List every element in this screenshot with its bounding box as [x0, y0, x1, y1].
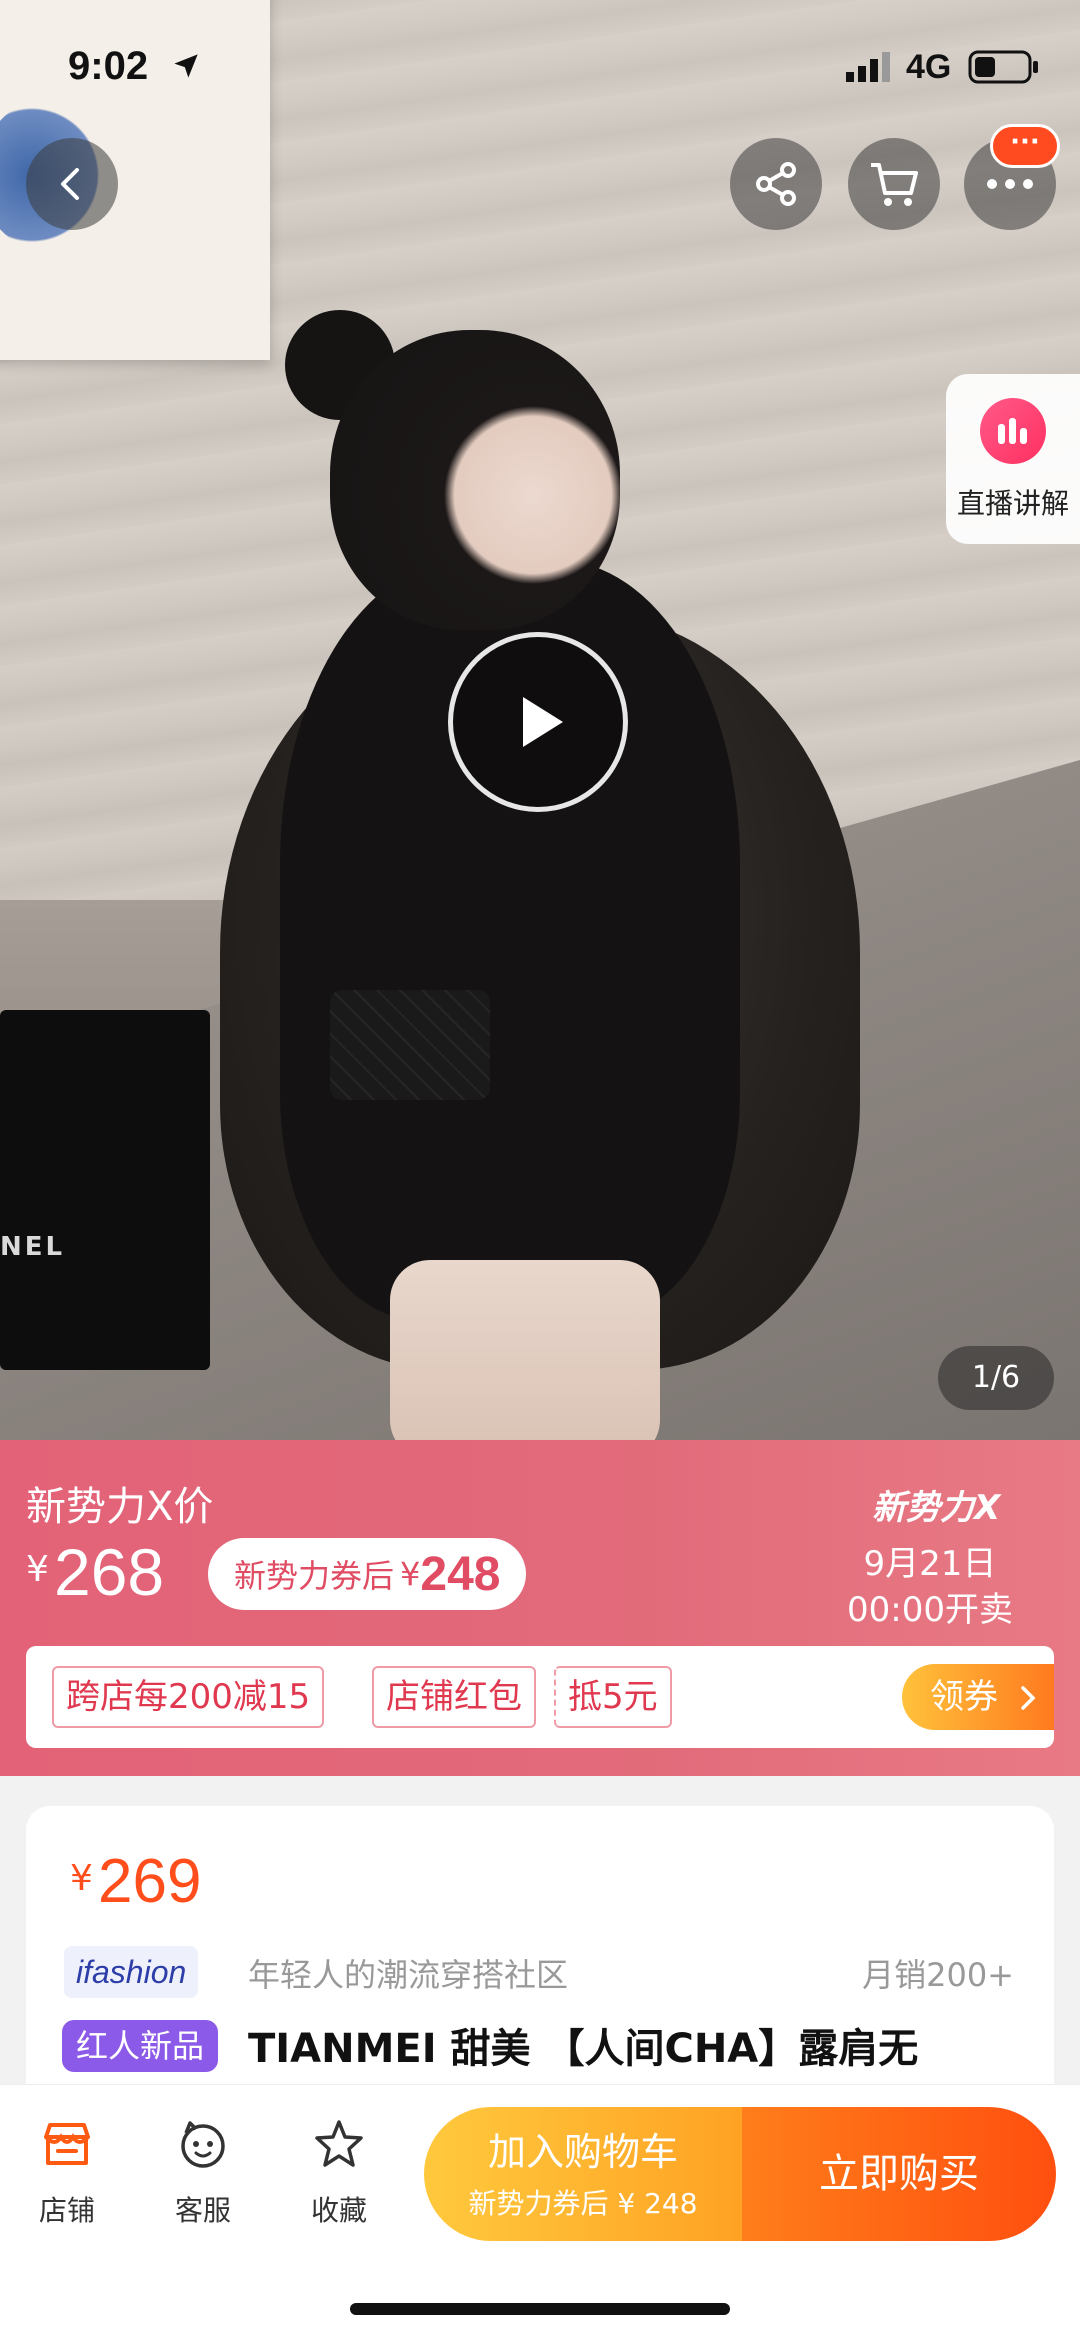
store-button[interactable]: 店铺 [12, 2117, 122, 2229]
live-explain-label: 直播讲解 [956, 487, 1069, 520]
add-to-cart-button[interactable]: 加入购物车 新势力券后 ¥ 248 [424, 2107, 742, 2241]
signal-icon [846, 52, 890, 82]
after-coupon-label: 新势力券后 [234, 1557, 395, 1595]
favorite-label: 收藏 [310, 2194, 367, 2227]
after-coupon-price: 248 [420, 1547, 501, 1601]
coupon-cross-store[interactable]: 跨店每200减15 [52, 1666, 325, 1728]
bottom-action-bar: 店铺 客服 收藏 加入购物车 新势力券后 ¥ 248 立即购买 [0, 2084, 1080, 2338]
coupon-store-red-packet[interactable]: 店铺红包 [372, 1666, 536, 1728]
live-explain-button[interactable]: 直播讲解 [946, 374, 1080, 544]
promo-label: 新势力X价 [26, 1484, 214, 1530]
notification-badge: ··· [990, 124, 1060, 168]
favorite-button[interactable]: 收藏 [284, 2117, 394, 2229]
promo-price: ¥ 268 [26, 1534, 164, 1610]
customer-service-icon [181, 2121, 225, 2168]
after-coupon-price-pill: 新势力券后 ¥ 248 [208, 1538, 527, 1610]
more-dots-icon [987, 179, 1033, 189]
promo-open-time: 00:00开卖 [847, 1590, 1013, 1630]
star-icon [315, 2120, 363, 2167]
shopping-bag-text: NEL [0, 1232, 66, 1262]
cart-icon [871, 163, 918, 206]
play-icon [523, 697, 563, 747]
share-button[interactable] [730, 138, 822, 230]
cart-button[interactable] [848, 138, 940, 230]
coupon-bar[interactable]: 跨店每200减15 店铺红包 抵5元 领券 [26, 1646, 1054, 1748]
network-type: 4G [906, 48, 952, 86]
add-to-cart-label: 加入购物车 [487, 2130, 678, 2174]
shopping-bag [0, 1010, 210, 1370]
get-coupon-button[interactable]: 领券 [902, 1664, 1054, 1730]
model-legs [390, 1260, 660, 1440]
brand-slogan: 年轻人的潮流穿搭社区 [248, 1956, 569, 1994]
monthly-sales: 月销200+ [862, 1956, 1014, 1994]
location-arrow-icon [174, 54, 198, 78]
product-info-card: ¥ 269 ifashion 年轻人的潮流穿搭社区 月销200+ 红人新品 TI… [26, 1806, 1054, 2106]
store-icon [44, 2123, 90, 2165]
customer-service-button[interactable]: 客服 [148, 2117, 258, 2229]
customer-service-label: 客服 [174, 2194, 231, 2227]
share-icon [756, 162, 796, 206]
video-play-button[interactable] [448, 632, 628, 812]
promo-price-symbol: ¥ [26, 1549, 49, 1590]
new-product-badge: 红人新品 [62, 2020, 219, 2072]
battery-icon [968, 50, 1038, 84]
home-indicator[interactable] [350, 2303, 730, 2315]
quilted-purse [330, 990, 490, 1100]
status-bar: 9:02 4G [0, 0, 1080, 130]
store-label: 店铺 [38, 2194, 95, 2227]
chevron-right-icon [1021, 1686, 1036, 1710]
ifashion-label: ifashion [76, 1954, 187, 1990]
product-price-value: 269 [98, 1847, 202, 1916]
status-time: 9:02 [68, 44, 149, 88]
promo-brand-logo: 新势力X [872, 1488, 1001, 1528]
promo-date: 9月21日 [863, 1544, 997, 1584]
product-price-symbol: ¥ [70, 1858, 93, 1899]
model-head [330, 330, 620, 630]
back-button[interactable] [26, 138, 118, 230]
live-bars-icon [980, 398, 1046, 464]
get-coupon-label: 领券 [930, 1677, 998, 1717]
chevron-left-icon [61, 168, 79, 200]
promo-price-value: 268 [54, 1535, 165, 1609]
product-title: TIANMEI 甜美 【人间CHA】露肩无 [248, 2026, 919, 2072]
ifashion-tag[interactable]: ifashion [64, 1946, 199, 1998]
product-price: ¥ 269 [70, 1846, 201, 1917]
coupon-deduct[interactable]: 抵5元 [554, 1666, 672, 1728]
buy-now-label: 立即购买 [819, 2151, 979, 2197]
add-to-cart-sub-label: 新势力券后 ¥ 248 [468, 2187, 698, 2220]
buy-now-button[interactable]: 立即购买 [742, 2107, 1056, 2241]
after-coupon-symbol: ¥ [400, 1555, 421, 1593]
image-pager: 1/6 [938, 1346, 1054, 1410]
